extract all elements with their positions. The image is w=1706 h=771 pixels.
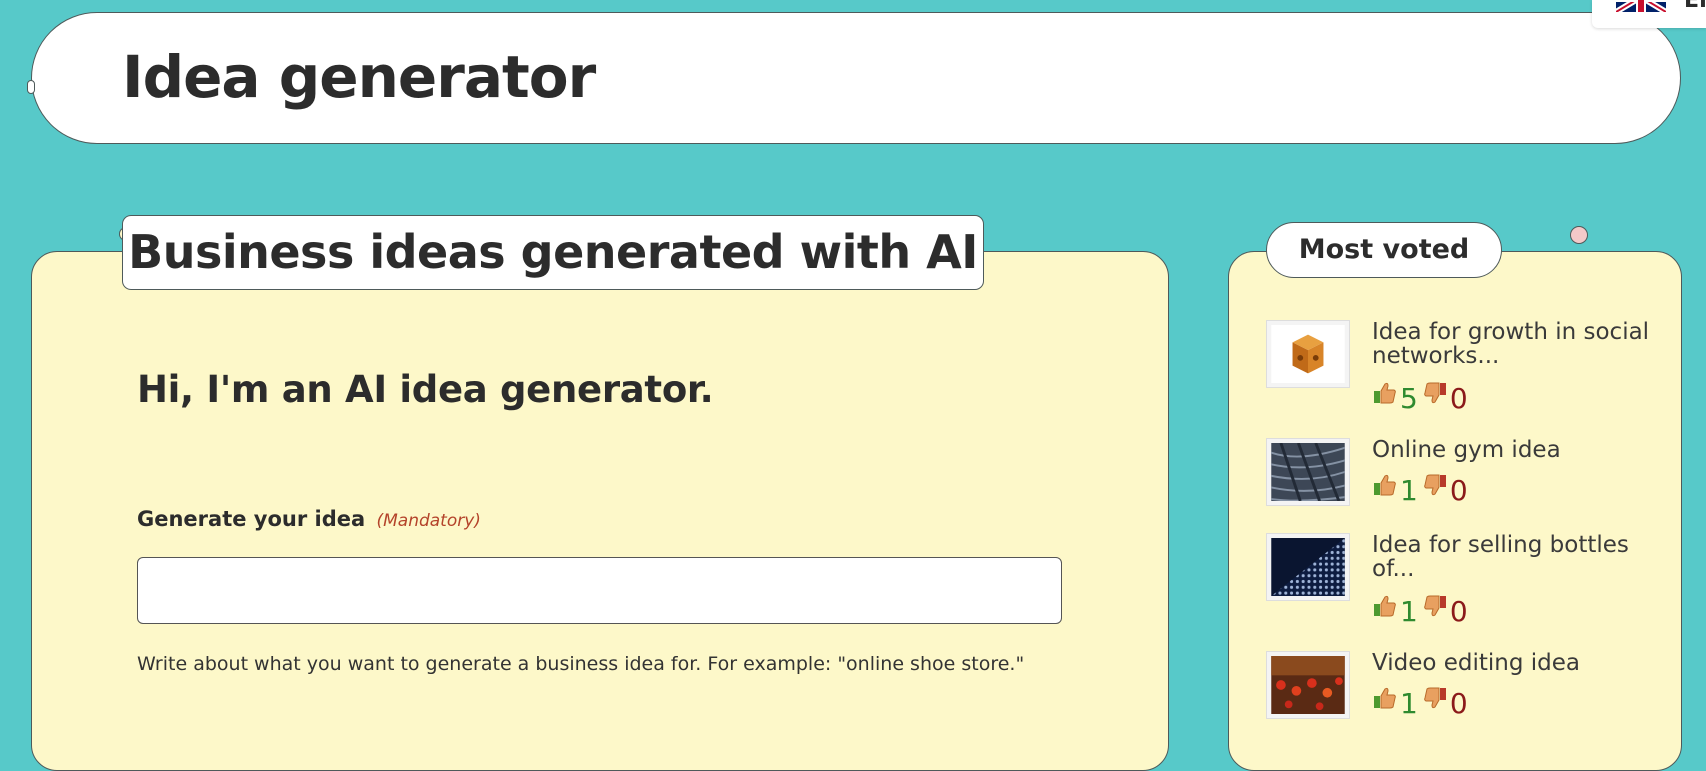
vote-counts: 5 0 (1372, 376, 1468, 414)
voted-idea-title[interactable]: Online gym idea (1372, 438, 1652, 462)
thumbs-up-icon[interactable] (1372, 472, 1398, 498)
thumbs-down-icon[interactable] (1422, 593, 1448, 619)
downvote-count: 0 (1449, 687, 1468, 720)
dark-feathers-image (1271, 443, 1345, 501)
orange-cube-image (1271, 325, 1345, 383)
vote-counts: 1 0 (1372, 681, 1468, 719)
sidebar-decoration (1570, 226, 1588, 244)
blue-dots-image (1271, 538, 1345, 596)
header-decoration (27, 80, 35, 94)
voted-idea-item[interactable]: Online gym idea 1 0 (1266, 438, 1666, 518)
generator-title: Business ideas generated with AI (128, 225, 978, 279)
downvote-count: 0 (1449, 382, 1468, 415)
voted-idea-title[interactable]: Idea for growth in social networks... (1372, 320, 1652, 368)
voted-idea-item[interactable]: Idea for selling bottles of... 1 0 (1266, 533, 1666, 629)
voted-idea-item[interactable]: Idea for growth in social networks... 5 … (1266, 320, 1666, 416)
thumbs-up-icon[interactable] (1372, 593, 1398, 619)
site-header: Idea generator (31, 12, 1681, 144)
idea-thumbnail[interactable] (1266, 320, 1350, 388)
idea-thumbnail[interactable] (1266, 438, 1350, 506)
vote-counts: 1 0 (1372, 589, 1468, 627)
upvote-count: 1 (1400, 595, 1418, 628)
idea-field-label-text: Generate your idea (137, 507, 366, 531)
most-voted-title: Most voted (1298, 234, 1470, 265)
thumbs-down-icon[interactable] (1422, 685, 1448, 711)
uk-flag-icon (1616, 0, 1666, 12)
voted-idea-title[interactable]: Idea for selling bottles of... (1372, 533, 1652, 581)
language-selector[interactable]: EN (1592, 0, 1706, 28)
generator-tab: Business ideas generated with AI (122, 215, 984, 290)
idea-input[interactable] (137, 557, 1062, 624)
language-code: EN (1684, 0, 1706, 13)
downvote-count: 0 (1449, 595, 1468, 628)
mandatory-indicator: (Mandatory) (376, 511, 481, 531)
idea-thumbnail[interactable] (1266, 533, 1350, 601)
site-title[interactable]: Idea generator (122, 43, 596, 111)
voted-idea-title[interactable]: Video editing idea (1372, 651, 1652, 675)
idea-field-label: Generate your idea (Mandatory) (137, 507, 481, 531)
vote-counts: 1 0 (1372, 468, 1468, 506)
greeting-heading: Hi, I'm an AI idea generator. (137, 368, 714, 411)
thumbs-down-icon[interactable] (1422, 380, 1448, 406)
red-lanterns-image (1271, 656, 1345, 714)
downvote-count: 0 (1449, 474, 1468, 507)
idea-thumbnail[interactable] (1266, 651, 1350, 719)
idea-help-text: Write about what you want to generate a … (137, 653, 1025, 675)
upvote-count: 1 (1400, 474, 1418, 507)
voted-idea-item[interactable]: Video editing idea 1 0 (1266, 651, 1666, 724)
upvote-count: 1 (1400, 687, 1418, 720)
thumbs-up-icon[interactable] (1372, 380, 1398, 406)
thumbs-up-icon[interactable] (1372, 685, 1398, 711)
upvote-count: 5 (1400, 382, 1418, 415)
most-voted-tab: Most voted (1266, 222, 1502, 278)
thumbs-down-icon[interactable] (1422, 472, 1448, 498)
